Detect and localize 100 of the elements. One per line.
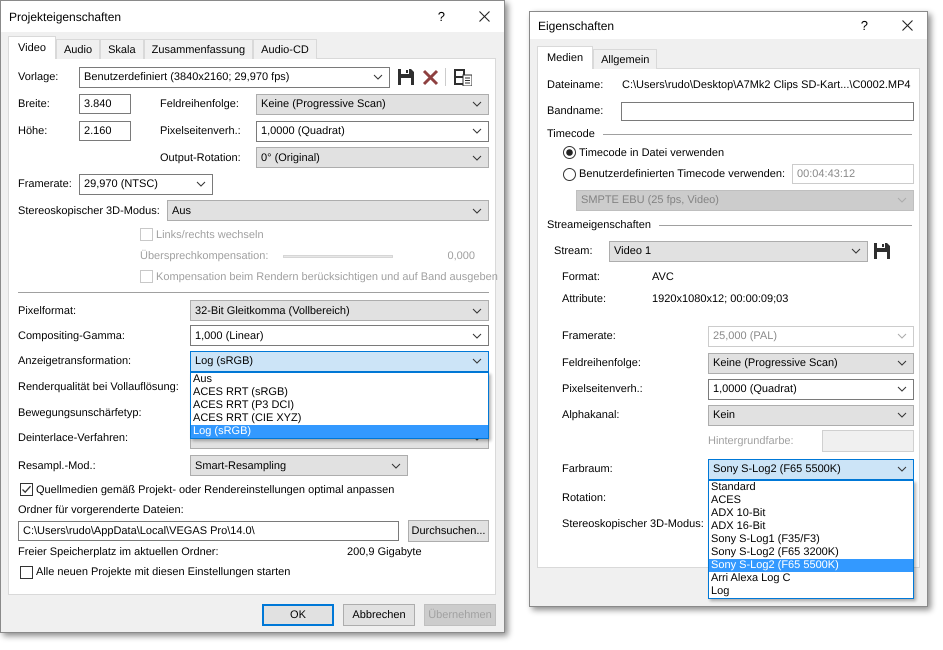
help-button[interactable]: ? xyxy=(438,9,445,24)
field-label: Output-Rotation: xyxy=(160,152,242,164)
chevron-icon xyxy=(851,248,861,254)
chevron-icon xyxy=(391,462,401,468)
field-label: Framerate: xyxy=(562,330,617,342)
cross-icon[interactable] xyxy=(422,68,439,86)
dropdown[interactable]: 1,0000 (Quadrat) xyxy=(708,378,914,400)
field-label: Farbraum: xyxy=(562,463,614,475)
chevron-icon xyxy=(472,101,482,107)
field-value: 1920x1080x12; 00:00:09;03 xyxy=(652,293,788,305)
chevron-icon xyxy=(897,333,907,339)
field-label: Resampl.-Mod.: xyxy=(18,460,97,472)
dropdown[interactable]: Keine (Progressive Scan) xyxy=(256,94,489,114)
dropdown-option[interactable]: ACES xyxy=(709,494,913,506)
field-label: Höhe: xyxy=(18,125,48,137)
field-label: Pixelformat: xyxy=(18,304,78,316)
field-label: Deinterlace-Verfahren: xyxy=(18,432,130,444)
dialog-button[interactable]: Abbrechen xyxy=(343,604,415,626)
radio-label: Benutzerdefinierten Timecode verwenden: xyxy=(579,168,786,180)
dropdown[interactable]: Log (sRGB) xyxy=(190,350,489,372)
tab[interactable]: Audio-CD xyxy=(253,39,317,59)
tab[interactable]: Video xyxy=(8,36,56,59)
text-field[interactable]: 2.160 xyxy=(79,121,131,141)
save-icon[interactable] xyxy=(874,243,890,259)
dropdown-option[interactable]: Arri Alexa Log C xyxy=(709,572,913,584)
group-heading: Timecode xyxy=(547,128,595,140)
dropdown[interactable]: 1,000 (Linear) xyxy=(190,325,489,346)
dropdown[interactable]: 1,0000 (Quadrat) xyxy=(256,120,489,142)
checkbox-label: Kompensation beim Rendern berücksichtigen und auf Band ausgeben xyxy=(156,270,498,282)
chevron-icon xyxy=(472,128,482,134)
radio-button[interactable] xyxy=(563,146,576,159)
dropdown-option[interactable]: Sony S-Log2 (F65 3200K) xyxy=(709,546,913,558)
help-button[interactable]: ? xyxy=(860,18,868,33)
chevron-icon xyxy=(472,154,482,160)
chevron-icon xyxy=(897,386,907,392)
chevron-icon xyxy=(472,308,482,314)
text-field[interactable]: 3.840 xyxy=(79,94,131,114)
field-label: Pixelseitenverh.: xyxy=(562,383,644,395)
dropdown[interactable]: 0° (Original) xyxy=(256,147,489,168)
dropdown[interactable]: Keine (Progressive Scan) xyxy=(708,352,914,374)
field-label: Breite: xyxy=(18,98,51,110)
dropdown[interactable]: Aus xyxy=(167,200,489,221)
dialog-button[interactable]: OK xyxy=(262,604,334,626)
text-field[interactable]: C:\Users\rudo\AppData\Local\VEGAS Pro\14.0\ xyxy=(18,521,399,541)
field-label: Stereoskopischer 3D-Modus: xyxy=(18,204,161,216)
field-label: Pixelseitenverh.: xyxy=(160,125,242,137)
dropdown[interactable]: Kein xyxy=(708,404,914,426)
checkbox[interactable] xyxy=(20,566,33,578)
dropdown[interactable]: 32-Bit Gleitkomma (Vollbereich) xyxy=(190,300,489,321)
field-label: Anzeigetransformation: xyxy=(18,355,132,367)
dropdown-option[interactable]: Standard xyxy=(709,480,913,494)
tab[interactable]: Allgemein xyxy=(593,49,658,69)
dropdown-option[interactable]: ADX 10-Bit xyxy=(709,506,913,520)
field-label: Framerate: xyxy=(18,178,73,190)
browse-button[interactable]: Durchsuchen... xyxy=(408,520,489,542)
checkbox[interactable] xyxy=(20,483,33,496)
dropdown-option[interactable]: ADX 16-Bit xyxy=(709,520,913,532)
tab[interactable]: Zusammenfassung xyxy=(144,39,254,59)
field-label: Stereoskopischer 3D-Modus: xyxy=(562,518,705,530)
field-label: Bewegungsunschärfetyp: xyxy=(18,406,143,418)
dropdown-option[interactable]: ACES RRT (P3 DCI) xyxy=(191,398,488,412)
save-icon[interactable] xyxy=(398,69,414,85)
slider-track[interactable] xyxy=(283,254,393,258)
field-label: Ordner für vorgerenderte Dateien: xyxy=(18,504,184,516)
text-field[interactable] xyxy=(621,102,914,120)
checkbox-label: Alle neuen Projekte mit diesen Einstellungen starten xyxy=(36,566,290,578)
chevron-icon xyxy=(897,412,907,418)
group-heading: Streameigenschaften xyxy=(547,219,651,231)
field-label: Feldreihenfolge: xyxy=(562,357,642,369)
close-icon[interactable] xyxy=(479,11,490,22)
chevron-icon xyxy=(472,208,482,214)
close-icon[interactable] xyxy=(902,20,913,31)
window-title: Eigenschaften xyxy=(538,18,616,32)
field-label: Stream: xyxy=(554,245,594,257)
free-space-value: 200,9 Gigabyte xyxy=(347,546,422,558)
tab[interactable]: Audio xyxy=(56,39,100,59)
field-label: Rotation: xyxy=(562,492,608,504)
window-title: Projekteigenschaften xyxy=(9,10,122,24)
dropdown-option[interactable]: Sony S-Log1 (F35/F3) xyxy=(709,532,913,546)
dropdown-option[interactable]: ACES RRT (CIE XYZ) xyxy=(191,412,488,424)
dropdown-option[interactable]: ACES RRT (sRGB) xyxy=(191,386,488,398)
dropdown[interactable]: Video 1 xyxy=(609,240,868,262)
chevron-icon xyxy=(472,358,482,364)
field-label: Hintergrundfarbe: xyxy=(708,435,795,447)
radio-button[interactable] xyxy=(563,168,576,180)
chevron-icon xyxy=(897,360,907,366)
film-document-icon[interactable] xyxy=(454,68,472,86)
tab[interactable]: Medien xyxy=(537,46,594,69)
dropdown[interactable]: Smart-Resampling xyxy=(190,455,408,476)
field-label: Compositing-Gamma: xyxy=(18,330,126,342)
dropdown[interactable]: 29,970 (NTSC) xyxy=(79,174,213,194)
dropdown-option[interactable]: Aus xyxy=(191,372,488,386)
dropdown[interactable]: Sony S-Log2 (F65 5500K) xyxy=(708,458,914,480)
tab[interactable]: Skala xyxy=(100,39,144,59)
dropdown[interactable]: Benutzerdefiniert (3840x2160; 29,970 fps) xyxy=(79,66,390,88)
field-label: Übersprechkompensation: xyxy=(140,250,270,262)
chevron-icon xyxy=(897,466,907,472)
dropdown-option[interactable]: Log xyxy=(709,584,913,598)
file-path: C:\Users\rudo\Desktop\A7Mk2 Clips SD-Kart...\C0002.MP4 xyxy=(622,79,911,91)
chevron-icon xyxy=(196,181,206,187)
